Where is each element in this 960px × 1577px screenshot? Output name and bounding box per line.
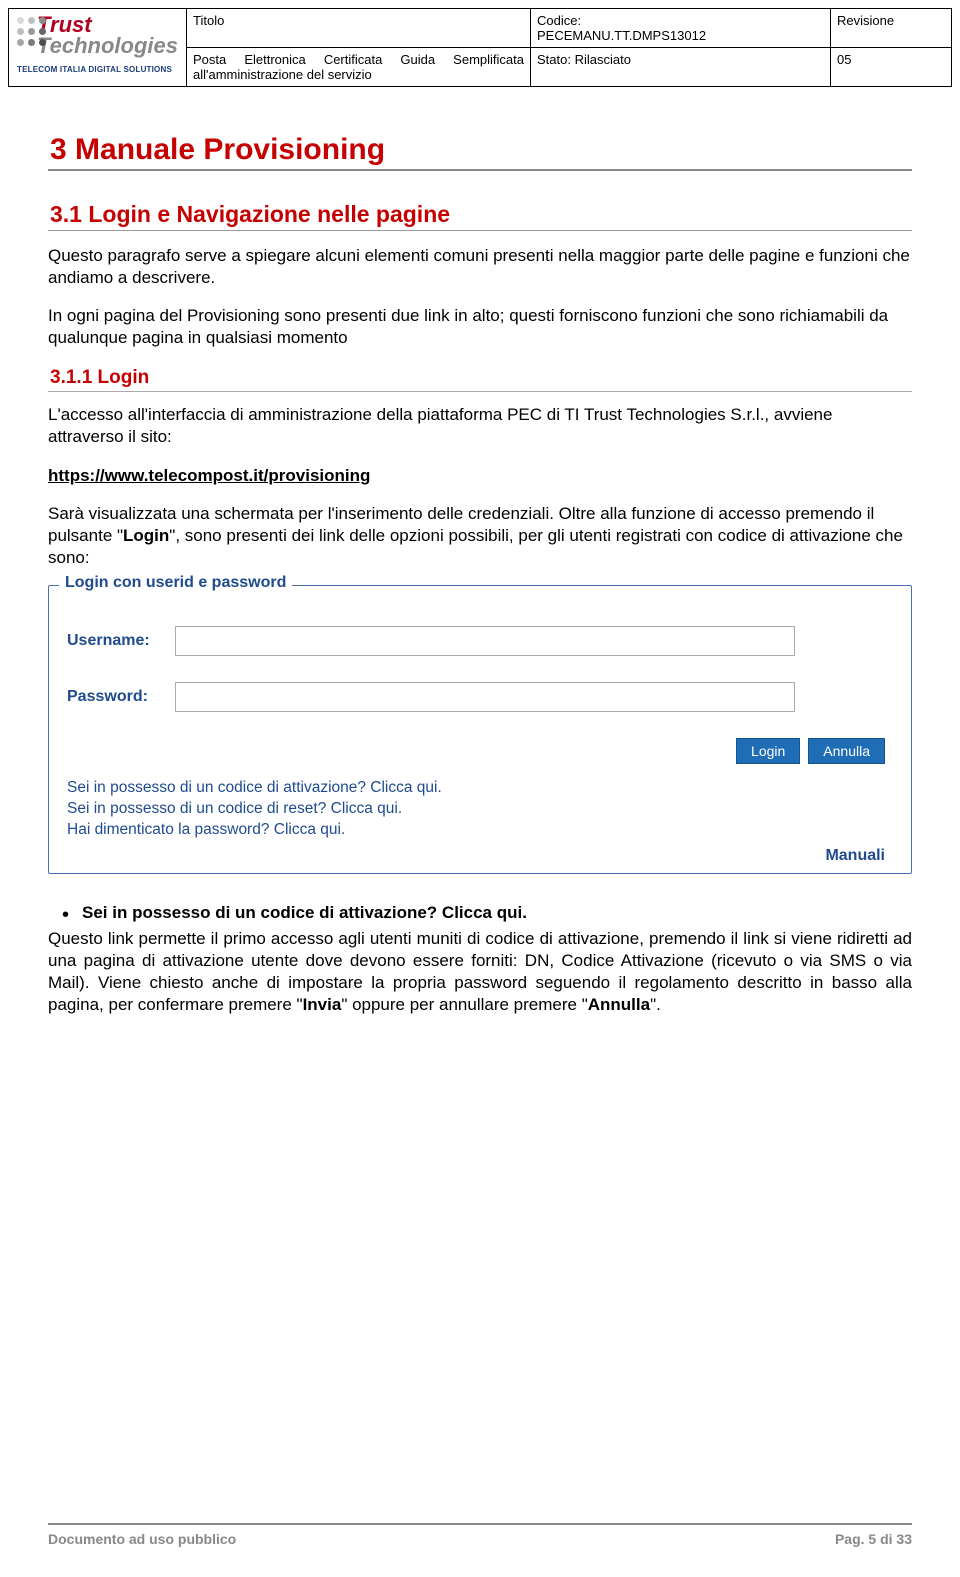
provisioning-url: https://www.telecompost.it/provisioning xyxy=(48,466,370,485)
header-rev-value: 05 xyxy=(831,48,951,86)
bullet-text: Sei in possesso di un codice di attivazi… xyxy=(82,903,527,922)
username-input[interactable] xyxy=(175,626,795,656)
para-4: Sarà visualizzata una schermata per l'in… xyxy=(48,503,912,569)
header-stato: Stato: Rilasciato xyxy=(531,48,831,86)
header-revisione-label: Revisione xyxy=(831,9,951,48)
codice-value: PECEMANU.TT.DMPS13012 xyxy=(537,28,706,43)
login-button[interactable]: Login xyxy=(736,738,800,764)
heading-h1: 3 Manuale Provisioning xyxy=(48,133,912,171)
heading-h3: 3.1.1 Login xyxy=(48,367,912,392)
header-titolo-label: Titolo xyxy=(187,9,531,48)
header-codice: Codice: PECEMANU.TT.DMPS13012 xyxy=(531,9,831,48)
para-5: Questo link permette il primo accesso ag… xyxy=(48,928,912,1016)
form-link-reset[interactable]: Sei in possesso di un codice di reset? C… xyxy=(67,799,893,820)
form-link-password[interactable]: Hai dimenticato la password? Clicca qui. xyxy=(67,820,893,841)
logo-icon xyxy=(17,17,33,47)
para-5c: " oppure per annullare premere " xyxy=(341,995,587,1014)
para-5-invia: Invia xyxy=(303,995,342,1014)
logo-text-tech: Technologies xyxy=(37,36,178,57)
para-5-annulla: Annulla xyxy=(588,995,650,1014)
footer-page: Pag. 5 di 33 xyxy=(835,1531,912,1547)
doc-header: Trust Technologies TELECOM ITALIA DIGITA… xyxy=(8,8,952,87)
form-legend: Login con userid e password xyxy=(59,574,292,592)
codice-label: Codice: xyxy=(537,13,581,28)
cancel-button[interactable]: Annulla xyxy=(808,738,885,764)
header-desc: Posta Elettronica Certificata Guida Semp… xyxy=(187,48,531,86)
para-4c: ", sono presenti dei link delle opzioni … xyxy=(48,526,903,567)
footer-left: Documento ad uso pubblico xyxy=(48,1531,236,1547)
form-link-manuali[interactable]: Manuali xyxy=(67,847,893,865)
bullet-attivazione: Sei in possesso di un codice di attivazi… xyxy=(82,902,912,924)
page-footer: Documento ad uso pubblico Pag. 5 di 33 xyxy=(48,1523,912,1547)
para-2: In ogni pagina del Provisioning sono pre… xyxy=(48,305,912,349)
para-4-bold: Login xyxy=(123,526,169,545)
form-link-attivazione[interactable]: Sei in possesso di un codice di attivazi… xyxy=(67,778,893,799)
stato-label: Stato: xyxy=(537,52,571,67)
logo-cell: Trust Technologies TELECOM ITALIA DIGITA… xyxy=(9,9,187,86)
password-input[interactable] xyxy=(175,682,795,712)
stato-value: Rilasciato xyxy=(575,52,631,67)
username-label: Username: xyxy=(67,632,175,650)
para-3: L'accesso all'interfaccia di amministraz… xyxy=(48,404,912,448)
login-form-screenshot: Login con userid e password Username: Pa… xyxy=(48,585,912,874)
para-5e: ". xyxy=(650,995,661,1014)
para-1: Questo paragrafo serve a spiegare alcuni… xyxy=(48,245,912,289)
logo-subtext: TELECOM ITALIA DIGITAL SOLUTIONS xyxy=(17,65,178,74)
heading-h2: 3.1 Login e Navigazione nelle pagine xyxy=(48,201,912,231)
password-label: Password: xyxy=(67,688,175,706)
